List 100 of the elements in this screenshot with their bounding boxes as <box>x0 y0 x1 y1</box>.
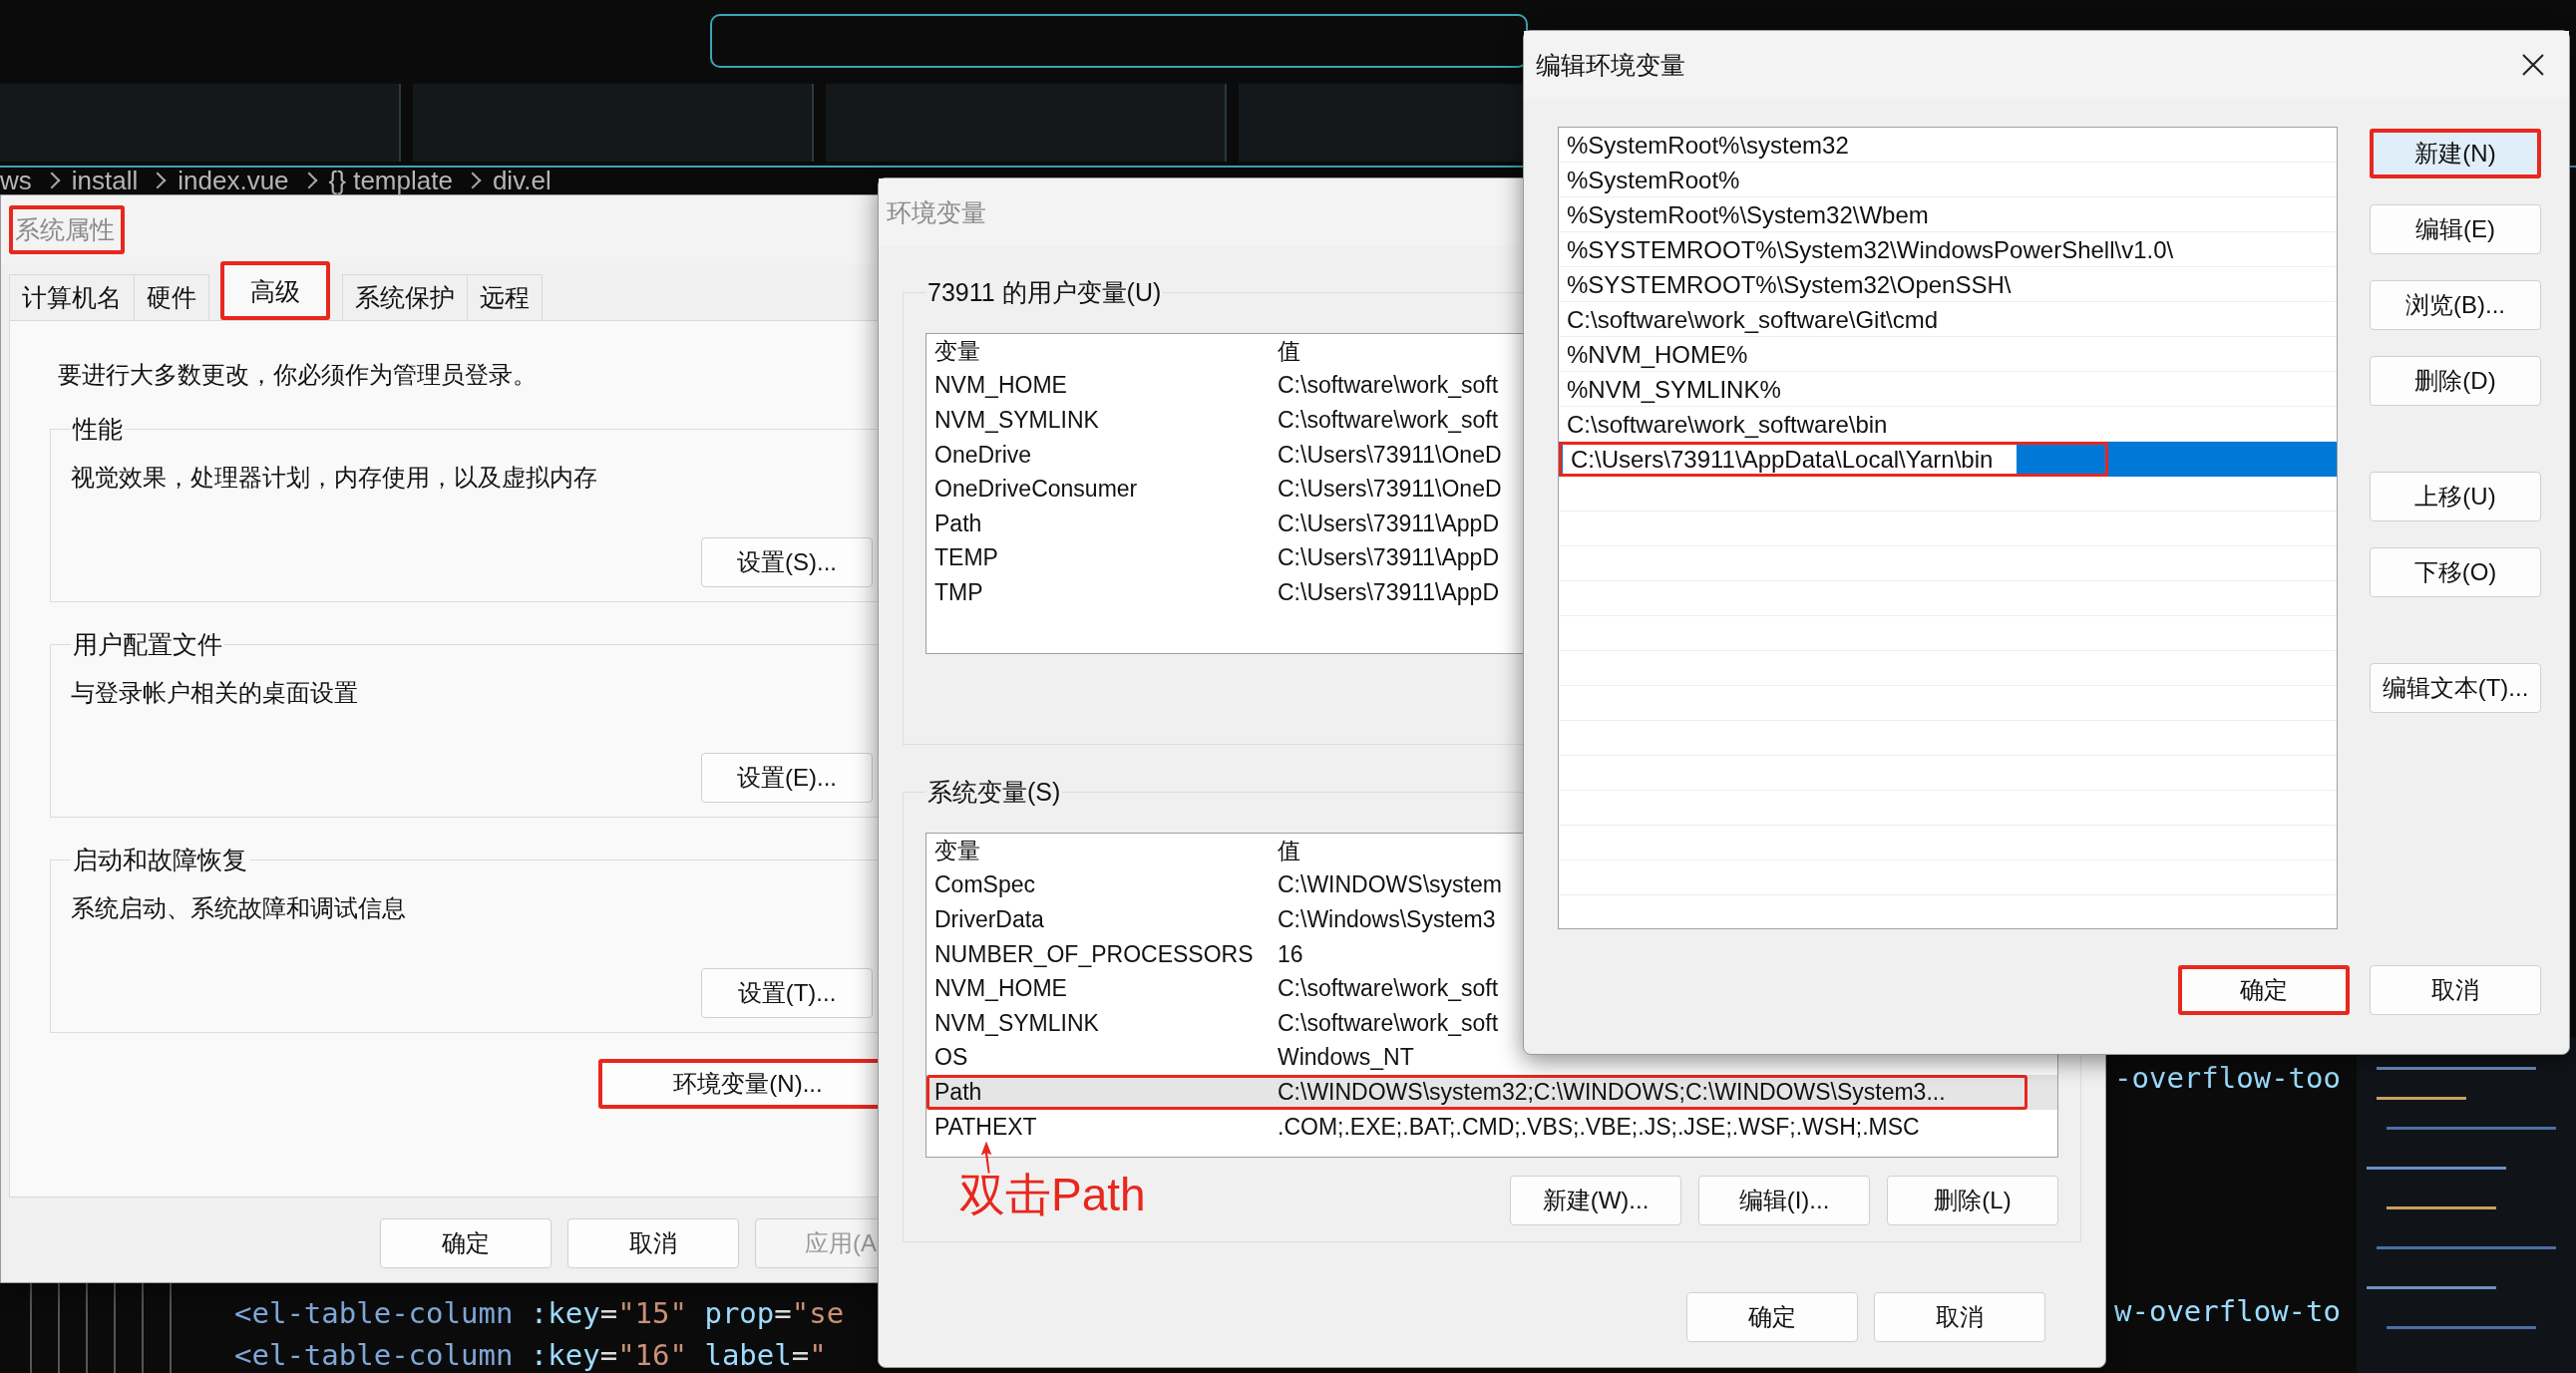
variable-name: OneDriveConsumer <box>933 476 1139 504</box>
variable-value: C:\Windows\System3 <box>1277 906 1496 933</box>
window-title: 环境变量 <box>887 196 986 228</box>
variable-name: Path <box>933 1078 983 1106</box>
variable-name: Path <box>933 510 983 537</box>
tab[interactable]: 硬件 <box>134 274 209 320</box>
tab[interactable]: 计算机名 <box>9 274 135 320</box>
dialog-button[interactable]: 新建(N) <box>2370 129 2541 178</box>
settings-button[interactable]: 设置(T)... <box>701 968 873 1018</box>
tab[interactable]: 远程 <box>467 274 543 320</box>
edit-field[interactable]: C:\Users\73911\AppData\Local\Yarn\bin <box>1563 443 2018 476</box>
dialog-button[interactable]: 编辑(I)... <box>1698 1176 1870 1225</box>
dialog-button[interactable]: 编辑(E) <box>2370 204 2541 254</box>
search-box[interactable] <box>710 14 1528 68</box>
variable-value: C:\software\work_soft <box>1277 975 1499 1003</box>
variable-name: PATHEXT <box>933 1113 1038 1141</box>
variable-value: C:\Users\73911\AppD <box>1277 578 1499 606</box>
variable-name: NVM_SYMLINK <box>933 1009 1100 1037</box>
variable-name: DriverData <box>933 906 1045 933</box>
list-item[interactable]: %SYSTEMROOT%\System32\OpenSSH\ <box>1559 267 2337 302</box>
variable-name: NVM_SYMLINK <box>933 407 1100 434</box>
list-item-text: %SystemRoot%\system32 <box>1566 131 1849 160</box>
dialog-button[interactable]: 新建(W)... <box>1510 1176 1681 1225</box>
list-item-text: %SystemRoot% <box>1566 166 1740 194</box>
list-item[interactable]: %SystemRoot%\System32\Wbem <box>1559 197 2337 232</box>
breadcrumb-item[interactable]: install <box>71 165 139 196</box>
list-item[interactable]: C:\software\work_software\Git\cmd <box>1559 302 2337 337</box>
group-description: 与登录帐户相关的桌面设置 <box>71 678 359 708</box>
variable-value: C:\software\work_soft <box>1277 372 1499 400</box>
list-item-text: %NVM_HOME% <box>1566 340 1748 369</box>
variable-value: C:\software\work_soft <box>1277 407 1499 434</box>
list-item[interactable]: %SystemRoot%\system32 <box>1559 128 2337 163</box>
list-item[interactable]: %SYSTEMROOT%\System32\WindowsPowerShell\v1.0\ <box>1559 232 2337 267</box>
breadcrumb-item[interactable]: div.el <box>492 165 552 196</box>
list-item-text: C:\software\work_software\bin <box>1566 410 1888 439</box>
dialog-button[interactable]: 取消 <box>2370 965 2541 1015</box>
tab[interactable]: 系统保护 <box>342 274 468 320</box>
dialog-button[interactable]: 取消 <box>567 1218 739 1268</box>
list-item[interactable]: %SystemRoot% <box>1559 163 2337 197</box>
notice-text: 要进行大多数更改，你必须作为管理员登录。 <box>58 360 538 390</box>
breadcrumb-item[interactable]: ws <box>0 165 32 196</box>
list-item-text: C:\software\work_software\Git\cmd <box>1566 305 1939 334</box>
dialog-button[interactable]: 确定 <box>1686 1292 1858 1342</box>
column-header[interactable]: 变量 <box>926 335 1274 367</box>
settings-button[interactable]: 设置(E)... <box>701 753 873 803</box>
list-item[interactable]: C:\Users\73911\AppData\Local\Yarn\bin <box>1559 442 2337 477</box>
dialog-button[interactable]: 取消 <box>1874 1292 2045 1342</box>
group-title: 启动和故障恢复 <box>72 845 248 875</box>
variable-name: ComSpec <box>933 871 1036 899</box>
table-row[interactable]: PATHEXT .COM;.EXE;.BAT;.CMD;.VBS;.VBE;.JS;.JSE;.WSF;.WSH;.MSC <box>926 1109 2057 1145</box>
list-item[interactable]: C:\software\work_software\bin <box>1559 407 2337 442</box>
list-item[interactable]: %NVM_SYMLINK% <box>1559 372 2337 407</box>
variable-value: C:\Users\73911\OneD <box>1277 441 1502 469</box>
variable-name: NUMBER_OF_PROCESSORS <box>933 940 1255 968</box>
code-line: <el-table-column :key="16" label=" <box>234 1337 828 1373</box>
window-title: 编辑环境变量 <box>1536 49 1685 81</box>
tab[interactable]: 高级 <box>220 261 330 320</box>
dialog-button[interactable]: 编辑文本(T)... <box>2370 663 2541 713</box>
column-header[interactable]: 变量 <box>926 835 1274 866</box>
variable-value: C:\Users\73911\AppD <box>1277 510 1499 537</box>
group-title: 用户配置文件 <box>72 629 223 660</box>
variable-value: Windows_NT <box>1277 1044 1414 1072</box>
variable-value: C:\WINDOWS\system32;C:\WINDOWS;C:\WINDOWS\System3... <box>1277 1078 1946 1106</box>
breadcrumb-item[interactable]: index.vue <box>178 165 289 196</box>
code-fragment: -overflow-too <box>2114 1061 2341 1095</box>
column-header[interactable]: 值 <box>1274 335 1300 367</box>
group-title: 性能 <box>71 414 124 445</box>
column-header[interactable]: 值 <box>1274 835 1300 866</box>
variable-name: NVM_HOME <box>933 975 1068 1003</box>
list-item-text: %NVM_SYMLINK% <box>1566 375 1781 404</box>
window-title: 系统属性 <box>9 204 125 254</box>
list-item-text: %SYSTEMROOT%\System32\WindowsPowerShell\v1.0\ <box>1566 235 2174 264</box>
list-item[interactable]: %NVM_HOME% <box>1559 337 2337 372</box>
code-line: <el-table-column :key="15" prop="se <box>234 1295 845 1332</box>
breadcrumb-item[interactable]: {} template <box>328 165 453 196</box>
dialog-button[interactable]: 下移(O) <box>2370 547 2541 597</box>
variable-value: C:\Users\73911\OneD <box>1277 476 1502 504</box>
variable-name: TEMP <box>933 544 999 572</box>
group-title: 系统变量(S) <box>926 777 1062 808</box>
close-icon[interactable] <box>2521 53 2545 77</box>
dialog-button[interactable]: 确定 <box>380 1218 552 1268</box>
dialog-button[interactable]: 删除(D) <box>2370 356 2541 406</box>
dialog-button[interactable]: 删除(L) <box>1887 1176 2058 1225</box>
variable-value: C:\Users\73911\AppD <box>1277 544 1499 572</box>
variable-name: NVM_HOME <box>933 372 1068 400</box>
list-item-text: %SystemRoot%\System32\Wbem <box>1566 200 1929 229</box>
dialog-button[interactable]: 上移(U) <box>2370 472 2541 521</box>
code-fragment: w-overflow-to <box>2114 1294 2341 1328</box>
annotation-text: 双击Path <box>959 1168 1146 1222</box>
variable-name: TMP <box>933 578 984 606</box>
group-title: 73911 的用户变量(U) <box>926 277 1163 308</box>
dialog-button[interactable]: 确定 <box>2178 965 2350 1015</box>
variable-value: .COM;.EXE;.BAT;.CMD;.VBS;.VBE;.JS;.JSE;.WSF;.WSH;.MSC <box>1277 1113 1920 1141</box>
table-row[interactable]: Path C:\WINDOWS\system32;C:\WINDOWS;C:\WINDOWS\System3... <box>926 1075 2057 1110</box>
dialog-button[interactable]: 浏览(B)... <box>2370 280 2541 330</box>
variable-value: C:\WINDOWS\system <box>1277 871 1502 899</box>
variable-name: OneDrive <box>933 441 1033 469</box>
variable-name: OS <box>933 1044 969 1072</box>
settings-button[interactable]: 设置(S)... <box>701 537 873 587</box>
variable-value: C:\software\work_soft <box>1277 1009 1499 1037</box>
